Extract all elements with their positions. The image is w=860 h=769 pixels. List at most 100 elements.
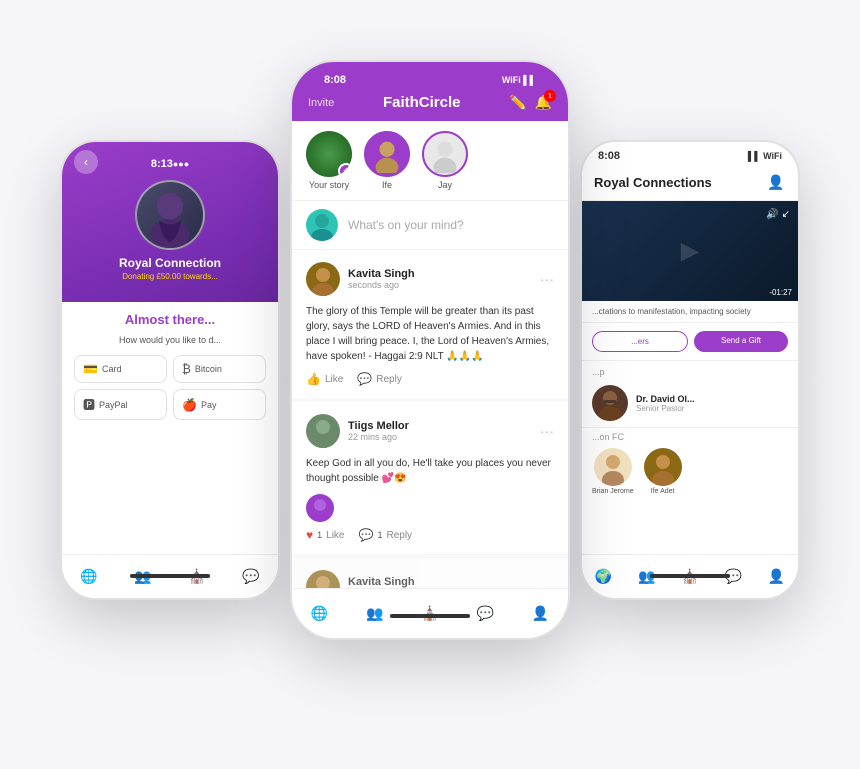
right-title: Royal Connections	[594, 175, 712, 190]
how-would-text: How would you like to d...	[74, 335, 266, 345]
c-volume-up	[290, 132, 292, 167]
comment-preview	[306, 494, 554, 522]
member-ife[interactable]: Ife Adet	[644, 448, 682, 495]
card-icon: 💳	[83, 362, 98, 376]
kavita2-avatar	[306, 570, 340, 588]
video-player[interactable]: ▶ 🔊 ↙ NDS OF CHANGE 2018 -01:27	[582, 201, 798, 301]
comment-icon-2: 💬	[359, 528, 374, 542]
center-home-indicator	[390, 614, 470, 618]
c-nav-globe[interactable]: 🌐	[310, 604, 330, 624]
right-time: 8:08	[598, 150, 620, 162]
c-nav-profile[interactable]: 👤	[530, 604, 550, 624]
compose-placeholder[interactable]: What's on your mind?	[348, 218, 554, 232]
ife-avatar	[364, 131, 410, 177]
c-power	[568, 152, 570, 202]
left-phone-header: 8:13 ●●● ‹ Royal Connection Donating £50…	[62, 142, 278, 302]
my-story[interactable]: + Your story	[306, 131, 352, 190]
c-nav-chat[interactable]: 💬	[475, 604, 495, 624]
r-nav-profile[interactable]: 👤	[766, 567, 786, 587]
compose-post-bar[interactable]: What's on your mind?	[292, 201, 568, 250]
home-indicator	[130, 574, 210, 578]
pastor-name: Dr. David Ol...	[636, 394, 695, 404]
bitcoin-icon: ₿	[182, 362, 191, 376]
post-kavita-1: Kavita Singh seconds ago ··· The glory o…	[292, 250, 568, 398]
center-header: Invite FaithCircle ✏️ 🔔 1	[292, 88, 568, 121]
center-phone-content: 8:08 WiFi ▌▌ Invite FaithCircle ✏️ 🔔 1	[292, 62, 568, 638]
post-header-2: Tiigs Mellor 22 mins ago ···	[306, 414, 554, 448]
left-phone-body: Almost there... How would you like to d.…	[62, 302, 278, 430]
power-button	[278, 222, 280, 262]
apple-pay-label: Pay	[201, 400, 217, 410]
reply-button-1[interactable]: 💬 Reply	[357, 372, 402, 386]
member-brian[interactable]: Brian Jerome	[592, 448, 634, 495]
card-label: Card	[102, 364, 122, 374]
ife-story-label: Ife	[382, 180, 392, 190]
right-phone: 8:08 ▌▌ WiFi Royal Connections 👤 ▶ 🔊 ↙ N…	[580, 140, 800, 600]
paypal-payment[interactable]: 🅿 PayPal	[74, 389, 167, 420]
post-actions-2: ♥ 1 Like 💬 1 Reply	[306, 528, 554, 542]
post-actions-1: 👍 Like 💬 Reply	[306, 372, 554, 386]
my-story-avatar: +	[306, 131, 352, 177]
left-phone: 8:13 ●●● ‹ Royal Connection Donating £50…	[60, 140, 280, 600]
edit-icon[interactable]: ✏️	[509, 94, 526, 111]
invite-label[interactable]: Invite	[308, 97, 334, 109]
post-content-2: Keep God in all you do, He'll take you p…	[306, 456, 554, 486]
video-timestamp: -01:27	[769, 288, 792, 297]
right-home-indicator	[650, 574, 730, 578]
like-button-2[interactable]: ♥ 1 Like	[306, 528, 345, 542]
right-header: Royal Connections 👤	[582, 164, 798, 201]
apple-pay-payment[interactable]: 🍎 Pay	[173, 389, 266, 420]
paypal-label: PayPal	[99, 400, 128, 410]
reply-button-2[interactable]: 💬 1 Reply	[359, 528, 413, 542]
followers-button[interactable]: ...ers	[592, 331, 688, 352]
post-header-1: Kavita Singh seconds ago ···	[306, 262, 554, 296]
ife-member-avatar-image	[644, 448, 682, 486]
post-more-1[interactable]: ···	[540, 271, 554, 287]
post-author-1: Kavita Singh	[348, 268, 532, 280]
commenter-avatar	[306, 494, 334, 522]
bell-icon[interactable]: 🔔 1	[535, 94, 552, 111]
right-profile-icon[interactable]: 👤	[766, 172, 786, 192]
back-button[interactable]: ‹	[74, 150, 98, 174]
notification-badge: 1	[544, 90, 556, 102]
center-bottom-nav: 🌐 👥 ⛪ 💬 👤	[292, 588, 568, 638]
app-label: ...p	[582, 361, 798, 379]
pastor-role: Senior Pastor	[636, 404, 695, 413]
commenter-image	[306, 494, 334, 522]
tiigs-avatar	[306, 414, 340, 448]
nav-globe-icon[interactable]: 🌐	[79, 567, 99, 587]
action-buttons: ...ers Send a Gift	[582, 323, 798, 361]
stories-row: + Your story Ife	[292, 121, 568, 201]
nav-chat-icon[interactable]: 💬	[241, 567, 261, 587]
pastor-avatar-image	[592, 385, 628, 421]
center-time: 8:08	[324, 74, 346, 86]
my-story-label: Your story	[309, 180, 349, 190]
left-profile-avatar	[135, 180, 205, 250]
jay-story[interactable]: Jay	[422, 131, 468, 190]
post-meta-2: Tiigs Mellor 22 mins ago	[348, 420, 532, 442]
avatar-image	[137, 182, 203, 248]
card-payment[interactable]: 💳 Card	[74, 355, 167, 383]
post-meta-1: Kavita Singh seconds ago	[348, 268, 532, 290]
pastor-section: Dr. David Ol... Senior Pastor	[582, 379, 798, 428]
header-action-icons: ✏️ 🔔 1	[509, 94, 552, 111]
ife-story[interactable]: Ife	[364, 131, 410, 190]
right-status-icons: ▌▌ WiFi	[748, 151, 782, 161]
bitcoin-label: Bitcoin	[195, 364, 222, 374]
post-time-2: 22 mins ago	[348, 432, 532, 442]
video-caption: ...ctations to manifestation, impacting …	[582, 301, 798, 323]
jay-story-label: Jay	[438, 180, 452, 190]
send-gift-button[interactable]: Send a Gift	[694, 331, 788, 352]
post-more-2[interactable]: ···	[540, 423, 554, 439]
post-author-2: Tiigs Mellor	[348, 420, 532, 432]
user-avatar-image	[306, 209, 338, 241]
apple-icon: 🍎	[182, 398, 197, 412]
c-nav-people[interactable]: 👥	[365, 604, 385, 624]
post-content-1: The glory of this Temple will be greater…	[306, 304, 554, 364]
like-button-1[interactable]: 👍 Like	[306, 372, 343, 386]
bitcoin-payment[interactable]: ₿ Bitcoin	[173, 355, 266, 383]
r-nav-globe[interactable]: 🌍	[594, 567, 614, 587]
fc-label: ...on FC	[582, 428, 798, 444]
pastor-avatar	[592, 385, 628, 421]
members-list: Brian Jerome Ife Adet	[582, 444, 798, 503]
